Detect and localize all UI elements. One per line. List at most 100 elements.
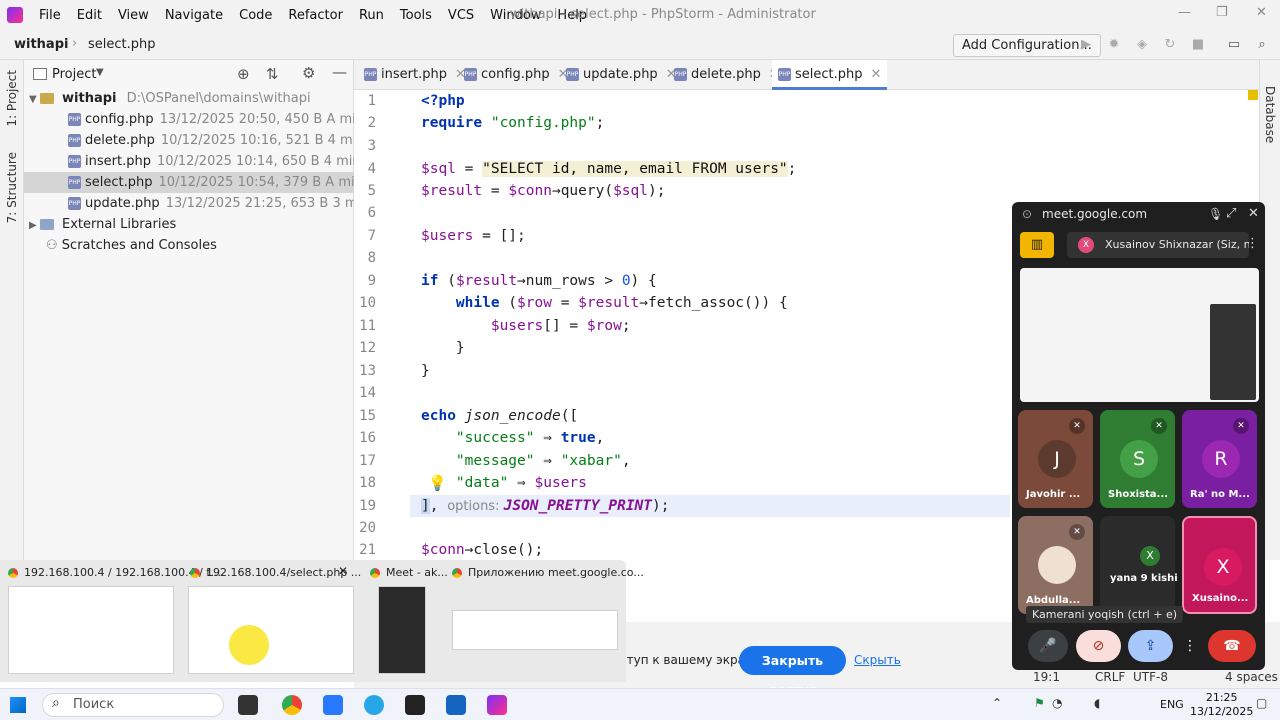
code-token: $result	[455, 273, 518, 289]
php-file-icon: PHP	[68, 113, 81, 126]
participant-tile[interactable]: S ✕ Shoxista...	[1100, 410, 1175, 508]
camera-off-button[interactable]: ⊘	[1076, 630, 1121, 662]
participant-tile[interactable]: R ✕ Ra' no M...	[1182, 410, 1257, 508]
notification-icon[interactable]: ▢	[1256, 696, 1267, 710]
preview-thumbnail[interactable]	[8, 586, 174, 674]
run-icon[interactable]: ▶	[1078, 37, 1094, 53]
menu-tools[interactable]: Tools	[392, 8, 440, 23]
stop-sharing-button[interactable]: Закрыть доступ	[739, 646, 846, 697]
more-options-button[interactable]: ⋮	[1180, 630, 1200, 662]
gear-icon[interactable]: ⚙	[302, 64, 315, 82]
preview-thumbnail[interactable]	[188, 586, 354, 674]
close-icon[interactable]: ✕	[1256, 5, 1267, 20]
phpstorm-icon[interactable]	[487, 695, 507, 715]
project-view-icon	[33, 68, 47, 80]
close-icon[interactable]: ✕	[338, 564, 348, 578]
task-view-icon[interactable]	[238, 695, 258, 715]
preview-label[interactable]: Приложению meet.google.co...	[452, 566, 644, 579]
minimize-icon[interactable]: —	[1178, 5, 1191, 20]
mic-icon[interactable]: 🎙	[1208, 207, 1223, 221]
close-tab-icon[interactable]: ✕	[871, 67, 882, 82]
leave-call-button[interactable]: ☎	[1208, 630, 1256, 662]
taskbar-search[interactable]: Поиск	[42, 693, 224, 717]
maximize-icon[interactable]: ❐	[1216, 5, 1228, 20]
coverage-icon[interactable]: ◈	[1134, 37, 1150, 53]
preview-label[interactable]: Meet - ak...	[370, 566, 448, 579]
menu-edit[interactable]: Edit	[69, 8, 110, 23]
layout-icon[interactable]: ▥	[1020, 232, 1054, 258]
breadcrumb-project[interactable]: withapi	[14, 37, 68, 52]
structure-tool-tab[interactable]: 7: Structure	[5, 152, 19, 223]
presentation-icon[interactable]: ▭	[1226, 37, 1242, 53]
windows-start-icon[interactable]	[10, 697, 26, 713]
avatar	[1038, 546, 1076, 584]
menu-view[interactable]: View	[110, 8, 157, 23]
inspection-icon[interactable]	[1248, 90, 1258, 100]
participant-tile[interactable]: J ✕ Javohir ...	[1018, 410, 1093, 508]
mic-button[interactable]: 🎤	[1028, 630, 1068, 662]
menu-vcs[interactable]: VCS	[440, 8, 482, 23]
code-line: $users[] = $row;	[421, 315, 631, 337]
menu-code[interactable]: Code	[231, 8, 280, 23]
hide-panel-icon[interactable]: —	[332, 63, 347, 81]
terminal-icon[interactable]	[405, 695, 425, 715]
menu-navigate[interactable]: Navigate	[157, 8, 231, 23]
lightbulb-icon[interactable]: 💡	[428, 474, 447, 492]
expand-icon[interactable]: ⤢	[1226, 206, 1236, 221]
project-panel-title[interactable]: Project	[52, 67, 96, 82]
participant-tile[interactable]: ✕ Abdulla...	[1018, 516, 1093, 614]
status-indent[interactable]: 4 spaces	[1225, 670, 1278, 684]
chrome-icon[interactable]	[282, 695, 302, 715]
code-line: }	[421, 340, 465, 356]
code-line: $result = $conn→query($sql);	[421, 180, 665, 202]
shield-icon[interactable]	[446, 695, 466, 715]
code-token: →num_rows >	[517, 273, 622, 289]
tree-file[interactable]: PHP delete.php 10/12/2025 10:16, 521 B 4 m…	[24, 130, 421, 151]
wifi-icon[interactable]: ◔	[1052, 696, 1062, 710]
breadcrumb-file[interactable]: select.php	[88, 37, 156, 52]
tab-insert-php[interactable]: PHP insert.php ✕	[364, 60, 466, 90]
tab-delete-php[interactable]: PHPdelete.php✕	[674, 60, 780, 90]
participant-tile[interactable]: Xyana 9 kishi	[1100, 516, 1178, 614]
flag-icon[interactable]: ⚑	[1034, 696, 1045, 710]
hide-link[interactable]: Скрыть	[854, 653, 901, 667]
project-tool-tab[interactable]: 1: Project	[5, 70, 19, 127]
collapse-all-icon[interactable]: ⇅	[266, 65, 279, 83]
chevron-down-icon[interactable]: ▼	[96, 67, 104, 78]
present-screen-button[interactable]: ⇪	[1128, 630, 1173, 662]
debug-icon[interactable]: ✹	[1106, 37, 1122, 53]
status-encoding[interactable]: UTF-8	[1133, 670, 1168, 684]
tab-update-php[interactable]: PHP update.php ✕	[566, 60, 677, 90]
tree-scratches[interactable]: ⚇ Scratches and Consoles	[24, 235, 354, 256]
tree-root[interactable]: ▼ withapi D:\OSPanel\domains\withapi	[24, 88, 354, 109]
tab-select-php[interactable]: PHP select.php ✕	[772, 60, 888, 90]
database-tool-tab[interactable]: Database	[1263, 86, 1277, 143]
menu-file[interactable]: File	[31, 8, 69, 23]
search-icon[interactable]: ⌕	[1254, 37, 1270, 53]
tray-overflow-icon[interactable]: ⌃	[992, 696, 1002, 710]
language-indicator[interactable]: ENG	[1160, 698, 1184, 711]
telegram-icon[interactable]	[364, 695, 384, 715]
preview-thumbnail[interactable]	[378, 586, 426, 674]
menu-refactor[interactable]: Refactor	[280, 8, 351, 23]
participant-tile-self[interactable]: X Xusaino...	[1182, 516, 1257, 614]
app-icon[interactable]	[323, 695, 343, 715]
preview-thumbnail[interactable]	[452, 610, 618, 650]
locate-icon[interactable]: ⊕	[237, 65, 250, 83]
close-icon[interactable]: ✕	[1248, 206, 1259, 221]
volume-icon[interactable]: ◖	[1094, 696, 1100, 710]
status-line-ending[interactable]: CRLF	[1095, 670, 1125, 684]
tab-config-php[interactable]: PHP config.php ✕	[464, 60, 569, 90]
more-vert-icon[interactable]: ⋮	[1246, 236, 1259, 251]
tree-file[interactable]: PHP insert.php 10/12/2025 10:14, 650 B 4 m…	[24, 151, 417, 172]
tree-file[interactable]: PHP config.php 13/12/2025 20:50, 450 B A m…	[24, 109, 414, 130]
clock[interactable]: 21:25 13/12/2025	[1190, 691, 1253, 719]
preview-label[interactable]: 192.168.100.4/select.php ...	[190, 566, 361, 579]
menu-run[interactable]: Run	[351, 8, 392, 23]
status-caret-position[interactable]: 19:1	[1033, 670, 1060, 684]
tree-file-selected[interactable]: PHP select.php 10/12/2025 10:54, 379 B A m…	[24, 172, 412, 193]
tree-external-libraries[interactable]: ▶ External Libraries	[24, 214, 354, 235]
stop-icon[interactable]: ■	[1190, 37, 1206, 53]
profile-icon[interactable]: ↻	[1162, 37, 1178, 53]
tree-file[interactable]: PHP update.php 13/12/2025 21:25, 653 B 3 m…	[24, 193, 426, 214]
